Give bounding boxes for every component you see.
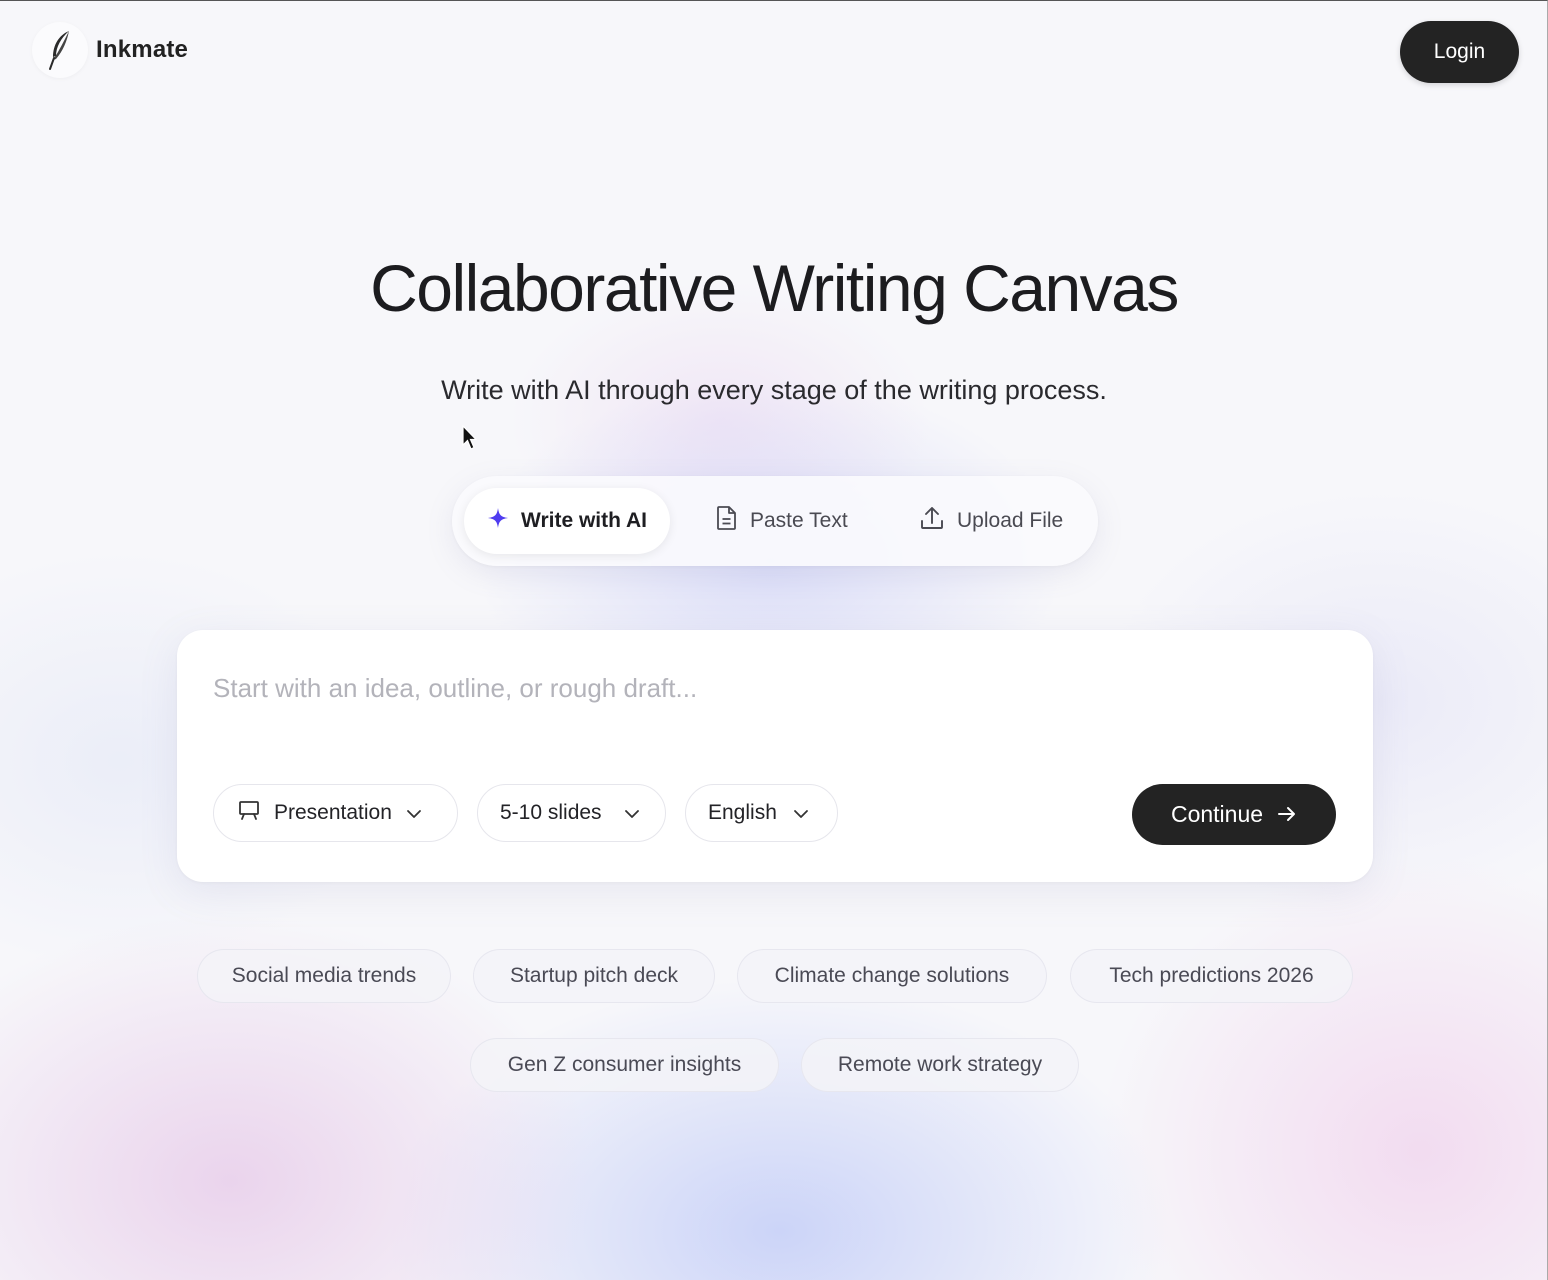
suggestion-chip[interactable]: Social media trends	[197, 949, 451, 1003]
brand-name: Inkmate	[96, 36, 189, 63]
suggestion-chip[interactable]: Startup pitch deck	[473, 949, 715, 1003]
sparkle-icon	[487, 507, 509, 535]
tab-paste-text[interactable]: Paste Text	[716, 488, 848, 554]
language-select[interactable]: English	[685, 784, 838, 842]
format-value: Presentation	[274, 801, 392, 824]
login-button[interactable]: Login	[1400, 21, 1519, 83]
brand-logo[interactable]: Inkmate	[32, 22, 188, 78]
tab-label: Write with AI	[521, 509, 647, 532]
tab-write-with-ai[interactable]: Write with AI	[464, 488, 670, 554]
input-mode-switch: Write with AI Paste Text Upload File	[452, 476, 1098, 566]
tab-label: Paste Text	[750, 509, 848, 532]
length-select[interactable]: 5-10 slides	[477, 784, 666, 842]
page-subtitle: Write with AI through every stage of the…	[441, 375, 1107, 405]
suggestion-chip[interactable]: Gen Z consumer insights	[470, 1038, 779, 1092]
suggestion-chip[interactable]: Tech predictions 2026	[1070, 949, 1353, 1003]
mouse-cursor-icon	[462, 424, 478, 456]
feather-icon	[32, 22, 88, 78]
chevron-down-icon	[406, 801, 422, 825]
format-select[interactable]: Presentation	[213, 784, 458, 842]
upload-icon	[919, 505, 945, 537]
continue-label: Continue	[1170, 801, 1264, 827]
tab-upload-file[interactable]: Upload File	[919, 488, 1063, 554]
document-icon	[716, 505, 738, 537]
presentation-icon	[238, 800, 260, 826]
length-value: 5-10 slides	[500, 801, 602, 824]
suggestion-chip[interactable]: Climate change solutions	[737, 949, 1047, 1003]
tab-label: Upload File	[957, 509, 1064, 532]
chevron-down-icon	[624, 801, 640, 825]
language-value: English	[708, 801, 777, 824]
page-title: Collaborative Writing Canvas	[370, 251, 1179, 325]
prompt-input[interactable]	[213, 664, 1313, 712]
continue-button[interactable]: Continue	[1132, 784, 1336, 845]
arrow-right-icon	[1277, 801, 1297, 828]
suggestion-chip[interactable]: Remote work strategy	[801, 1038, 1079, 1092]
chevron-down-icon	[793, 801, 809, 825]
composer-card: Presentation 5-10 slides English Continu…	[177, 630, 1373, 882]
